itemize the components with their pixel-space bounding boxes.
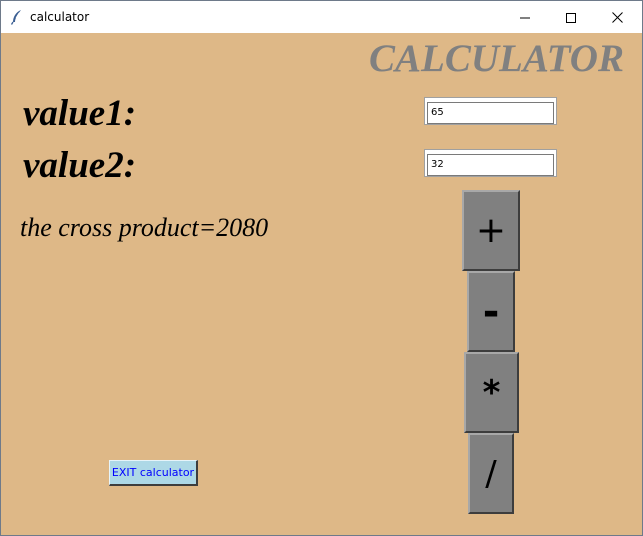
close-button[interactable] [594,1,640,33]
exit-button[interactable]: EXIT calculator [109,460,198,486]
maximize-button[interactable] [548,1,594,33]
value1-input[interactable] [427,101,554,124]
divide-button[interactable]: / [468,433,514,514]
result-label: the cross product=2080 [20,213,269,242]
value2-input[interactable] [427,153,554,176]
minimize-button[interactable] [502,1,548,33]
close-icon [611,8,623,27]
add-button[interactable]: + [462,190,520,271]
value2-label: value2: [23,145,137,186]
calculator-window: calculator CALCULATOR value1: value2: th… [0,0,643,536]
window-title: calculator [30,10,90,24]
calculator-body: CALCULATOR value1: value2: the cross pro… [1,33,642,535]
subtract-button[interactable]: - [467,271,515,352]
calculator-heading: CALCULATOR [368,37,624,80]
value1-field-frame [424,97,557,125]
minimize-icon [520,8,530,27]
feather-icon [10,9,24,25]
title-bar[interactable]: calculator [1,1,642,33]
value2-field-frame [424,149,557,177]
maximize-icon [566,8,576,27]
multiply-button[interactable]: * [464,352,519,433]
value1-label: value1: [23,93,137,134]
